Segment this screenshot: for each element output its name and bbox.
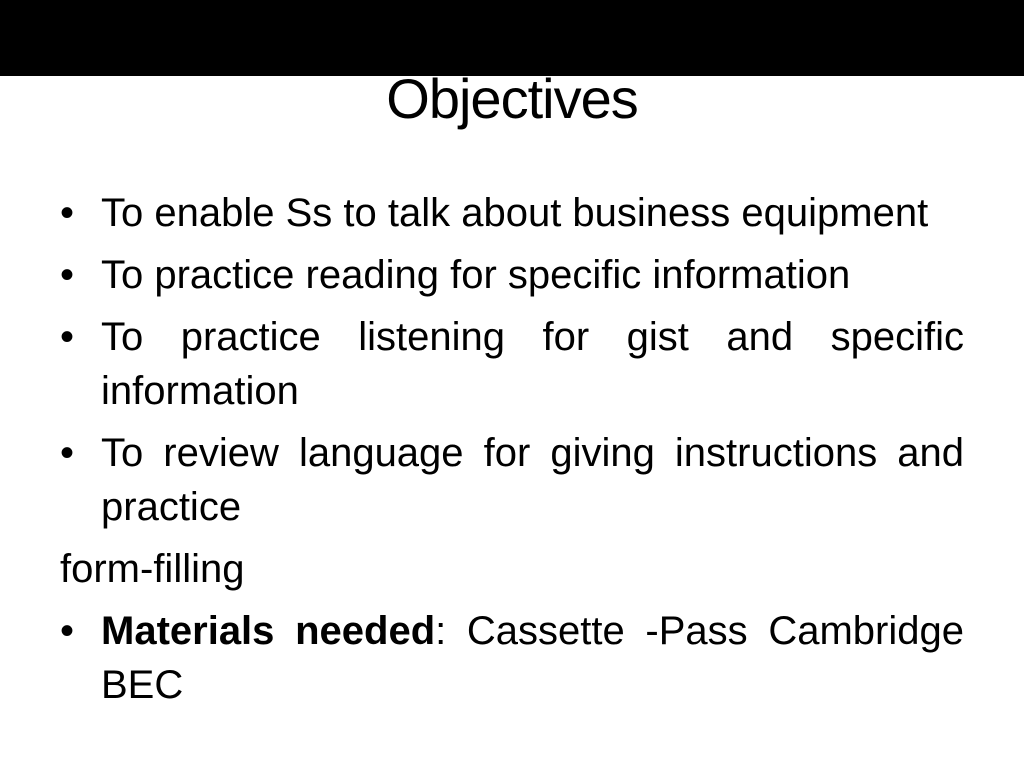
bullet-item: • To review language for giving instruct… [60, 426, 964, 534]
materials-text: Materials needed: Cassette -Pass Cambrid… [101, 604, 964, 712]
slide-content: • To enable Ss to talk about business eq… [60, 186, 964, 720]
bullet-icon: • [60, 253, 75, 297]
continuation-text: form-filling [60, 547, 245, 591]
bullet-icon: • [60, 191, 75, 235]
bullet-item: • To practice listening for gist and spe… [60, 310, 964, 418]
top-black-bar [0, 0, 1024, 76]
bullet-item: • To practice reading for specific infor… [60, 248, 964, 302]
bullet-text: To practice listening for gist and speci… [101, 315, 964, 413]
bullet-item: • To enable Ss to talk about business eq… [60, 186, 964, 240]
materials-separator: : [435, 609, 447, 653]
bullet-icon: • [60, 609, 75, 653]
bullet-icon: • [60, 431, 75, 475]
bullet-text: To review language for giving instructio… [101, 431, 964, 529]
bullet-text: To practice reading for specific informa… [101, 253, 851, 297]
bullet-text: To enable Ss to talk about business equi… [101, 191, 929, 235]
bullet-icon: • [60, 315, 75, 359]
materials-label: Materials needed [101, 609, 436, 653]
materials-item: • Materials needed: Cassette -Pass Cambr… [60, 604, 964, 712]
